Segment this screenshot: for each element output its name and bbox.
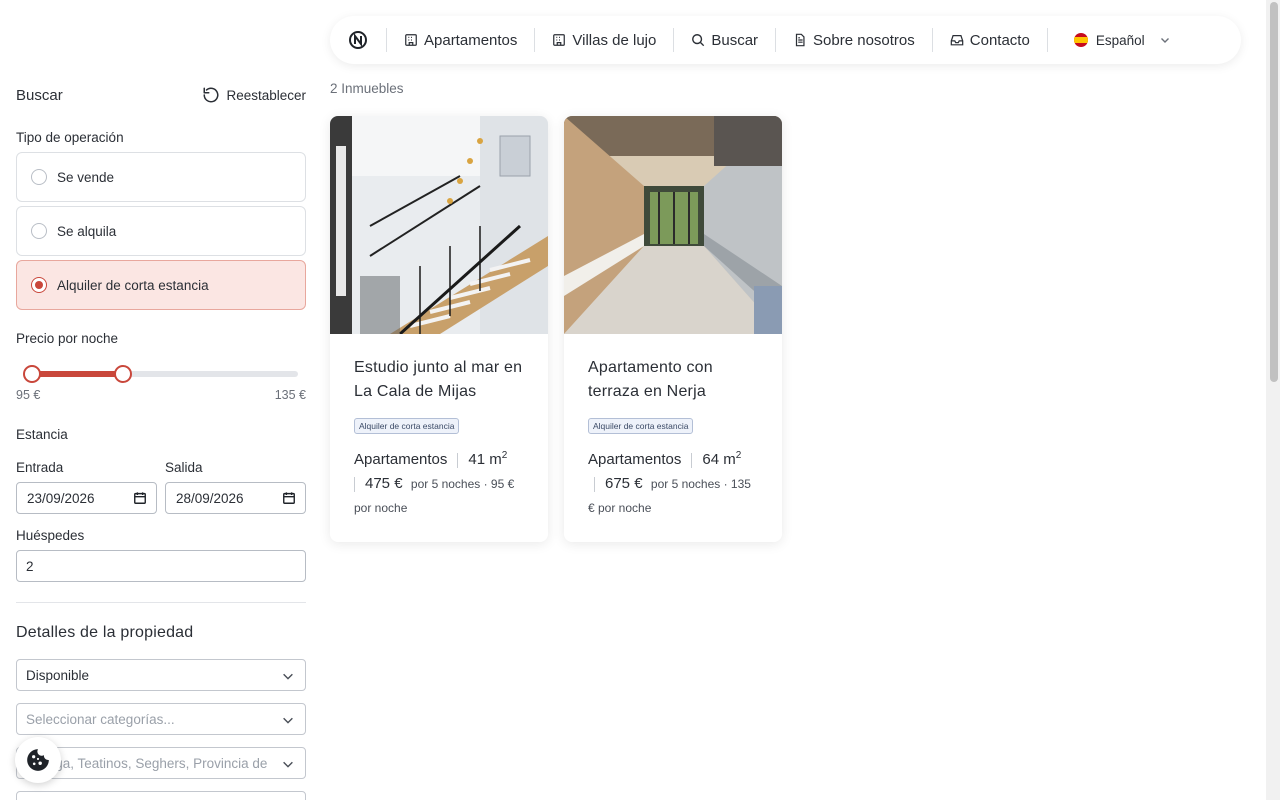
nav-villas-de-lujo[interactable]: Villas de lujo <box>535 32 673 49</box>
top-navigation: Apartamentos Villas de lujo Buscar Sobre… <box>330 16 1241 64</box>
listing-photo-kitchen[interactable] <box>564 116 782 334</box>
listing-area: 64 m <box>702 451 736 468</box>
scrollbar-thumb[interactable] <box>1270 2 1278 382</box>
listing-title[interactable]: Estudio junto al mar en La Cala de Mijas <box>354 356 524 404</box>
search-icon <box>692 34 705 47</box>
chevron-down-icon <box>1160 38 1169 43</box>
area-unit-sup: 2 <box>501 450 508 461</box>
meta-separator <box>691 452 693 468</box>
radio-label: Alquiler de corta estancia <box>57 277 209 293</box>
chevron-down-icon <box>283 761 293 768</box>
cookie-icon <box>27 749 49 771</box>
radio-circle-selected <box>31 277 47 293</box>
radio-corta-estancia[interactable]: Alquiler de corta estancia <box>16 260 306 310</box>
stay-label: Estancia <box>16 427 68 442</box>
checkin-label: Entrada <box>16 460 64 475</box>
filter-sidebar: Buscar Reestablecer Tipo de operación Se… <box>0 0 322 800</box>
guests-label: Huéspedes <box>16 528 85 543</box>
nav-label: Apartamentos <box>424 31 518 49</box>
kitchen-photo <box>564 116 782 334</box>
price-max: 135 € <box>274 388 306 402</box>
logo[interactable] <box>330 30 386 50</box>
listing-badge: Alquiler de corta estancia <box>588 418 694 434</box>
reset-label: Reestablecer <box>226 87 306 103</box>
checkout-label: Salida <box>165 460 203 475</box>
listing-area: 41 m <box>468 451 502 468</box>
nav-label: Villas de lujo <box>572 31 657 49</box>
radio-se-alquila[interactable]: Se alquila <box>16 206 306 256</box>
calendar-icon <box>134 492 146 504</box>
availability-select[interactable]: Disponible <box>16 659 306 691</box>
results-count: 2 Inmuebles <box>330 81 404 96</box>
listing-meta: Apartamentos 41 m2 475 € por 5 noches · 95… <box>354 444 524 520</box>
nav-label: Sobre nosotros <box>813 31 915 49</box>
price-label: Precio por noche <box>16 331 119 346</box>
radio-se-vende[interactable]: Se vende <box>16 152 306 202</box>
cookie-settings-button[interactable] <box>15 737 61 783</box>
nav-label: Buscar <box>711 31 759 49</box>
slider-thumb-max[interactable] <box>113 365 132 383</box>
radio-label: Se vende <box>57 169 115 185</box>
chevron-down-icon <box>283 717 293 724</box>
listing-title[interactable]: Apartamento con terraza en Nerja <box>588 356 758 404</box>
nav-apartamentos[interactable]: Apartamentos <box>387 32 534 49</box>
nav-sobre-nosotros[interactable]: Sobre nosotros <box>776 32 932 49</box>
logo-n-icon <box>349 31 367 49</box>
area-unit-sup: 2 <box>735 450 742 461</box>
nav-buscar[interactable]: Buscar <box>674 32 775 49</box>
reset-icon <box>203 87 219 103</box>
radio-circle <box>31 223 47 239</box>
listing-card[interactable]: Estudio junto al mar en La Cala de Mijas… <box>330 116 548 542</box>
extra-select[interactable] <box>16 791 306 800</box>
building-icon <box>405 34 417 46</box>
spain-flag-icon <box>1073 33 1088 47</box>
operation-label: Tipo de operación <box>16 130 124 145</box>
price-min: 95 € <box>16 388 41 402</box>
language-label: Español <box>1095 32 1145 48</box>
categories-select[interactable]: Seleccionar categorías... <box>16 703 306 735</box>
checkin-value: 23/09/2026 <box>27 490 95 506</box>
radio-circle <box>31 169 47 185</box>
price-slider[interactable] <box>23 365 298 383</box>
categories-placeholder: Seleccionar categorías... <box>26 711 175 727</box>
building-icon <box>553 34 566 46</box>
filter-header: Buscar Reestablecer <box>16 86 306 104</box>
listing-body: Apartamento con terraza en Nerja Alquile… <box>564 334 782 520</box>
filter-title: Buscar <box>16 86 63 104</box>
listing-body: Estudio junto al mar en La Cala de Mijas… <box>330 334 548 520</box>
location-placeholder: Málaga, Teatinos, Seghers, Provincia de <box>26 755 268 771</box>
listing-card[interactable]: Apartamento con terraza en Nerja Alquile… <box>564 116 782 542</box>
listing-price: 675 € <box>605 475 643 492</box>
checkout-value: 28/09/2026 <box>176 490 244 506</box>
document-icon <box>795 33 805 47</box>
availability-value: Disponible <box>26 667 90 683</box>
listing-photo-staircase[interactable] <box>330 116 548 334</box>
checkout-date-input[interactable]: 28/09/2026 <box>165 482 306 514</box>
calendar-icon <box>283 492 295 504</box>
page-scrollbar[interactable] <box>1266 0 1280 800</box>
property-details-title: Detalles de la propiedad <box>16 624 194 641</box>
language-selector[interactable]: Español <box>1048 33 1197 48</box>
slider-thumb-min[interactable] <box>23 365 41 383</box>
listing-price: 475 € <box>365 475 403 492</box>
slider-range <box>32 371 123 377</box>
checkin-date-input[interactable]: 23/09/2026 <box>16 482 157 514</box>
listing-meta: Apartamentos 64 m2 675 € por 5 noches · 13… <box>588 444 758 520</box>
radio-label: Se alquila <box>57 223 117 239</box>
guests-input[interactable]: 2 <box>16 550 306 582</box>
meta-separator <box>354 476 355 492</box>
staircase-photo <box>330 116 548 334</box>
nav-label: Contacto <box>969 31 1030 49</box>
meta-separator <box>457 452 459 468</box>
listing-type: Apartamentos <box>588 451 682 468</box>
listing-badge: Alquiler de corta estancia <box>354 418 460 434</box>
divider <box>16 602 306 603</box>
chevron-down-icon <box>283 673 293 680</box>
reset-button[interactable]: Reestablecer <box>202 86 306 104</box>
nav-contacto[interactable]: Contacto <box>933 32 1047 49</box>
guests-value: 2 <box>26 558 34 574</box>
inbox-icon <box>950 35 964 46</box>
meta-separator <box>594 476 595 492</box>
listing-type: Apartamentos <box>354 451 448 468</box>
